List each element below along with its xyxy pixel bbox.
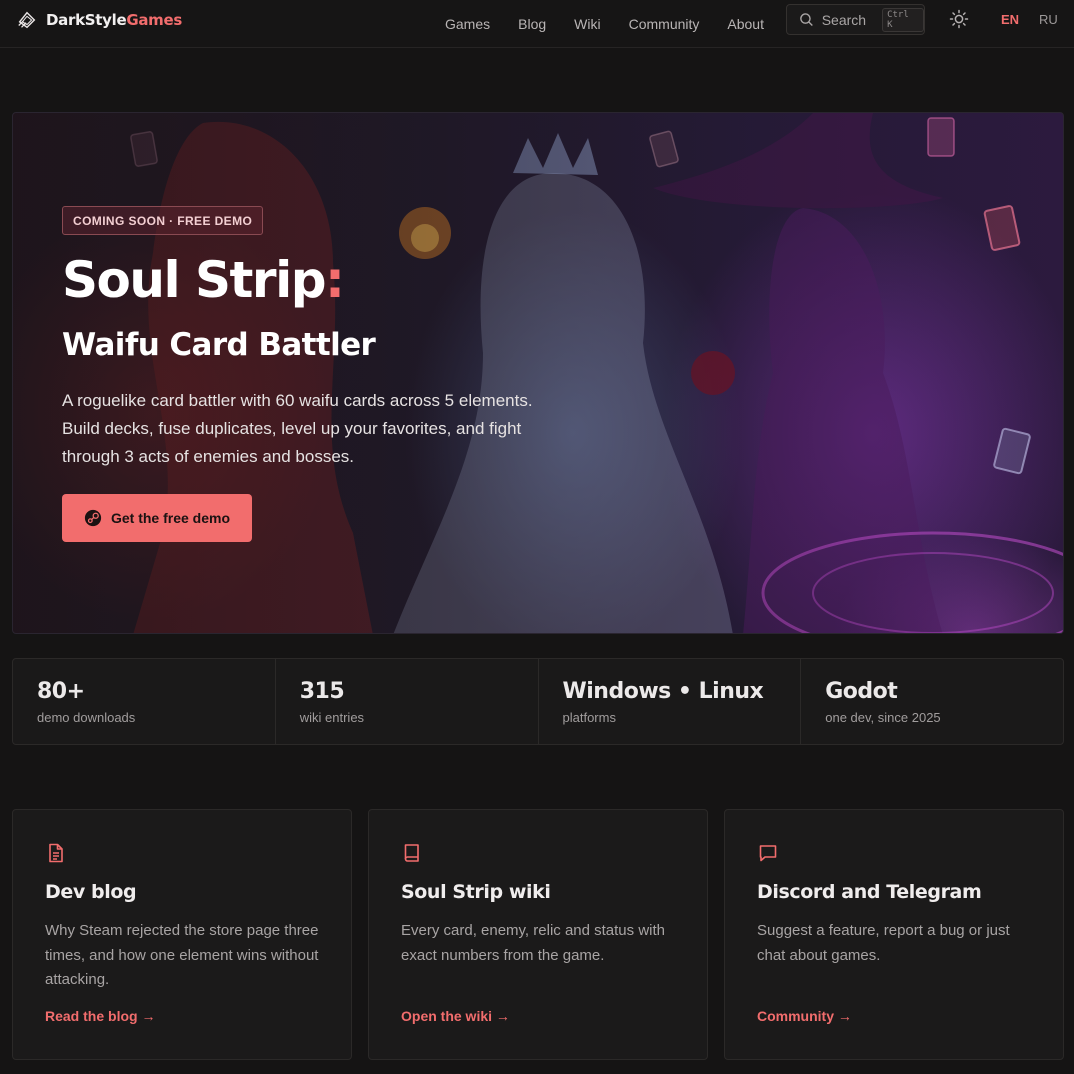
hero-banner: COMING SOON · FREE DEMO Soul Strip: Waif…	[12, 112, 1064, 634]
stat-label: wiki entries	[299, 710, 365, 725]
search-label: Search	[821, 11, 867, 28]
site-header: DarkStyleGames Games Blog Wiki Community…	[0, 0, 1074, 48]
stat-downloads: 80+ demo downloads	[13, 659, 276, 744]
book-icon	[404, 844, 419, 862]
card-title: Discord and Telegram	[757, 881, 982, 903]
stat-value: 80+	[37, 679, 85, 704]
nav-wiki[interactable]: Wiki	[560, 16, 614, 32]
search-button[interactable]: Search Ctrl K	[786, 4, 925, 35]
card-dev-blog[interactable]: Dev blog Why Steam rejected the store pa…	[12, 809, 352, 1060]
stat-label: platforms	[562, 710, 616, 725]
stat-label: demo downloads	[37, 710, 136, 725]
card-title: Soul Strip wiki	[401, 881, 551, 903]
site-logo[interactable]: DarkStyleGames	[16, 9, 182, 31]
get-demo-button[interactable]: Get the free demo	[62, 494, 252, 542]
stat-value: Windows • Linux	[562, 679, 764, 704]
main-nav: Games Blog Wiki Community About	[431, 0, 778, 48]
card-wiki[interactable]: Soul Strip wiki Every card, enemy, relic…	[368, 809, 708, 1060]
lang-en-button[interactable]: EN	[1001, 12, 1019, 27]
get-demo-label: Get the free demo	[110, 510, 231, 526]
stats-bar: 80+ demo downloads 315 wiki entries Wind…	[12, 658, 1064, 745]
card-description: Why Steam rejected the store page three …	[45, 922, 319, 988]
logo-icon	[18, 11, 36, 29]
card-title: Dev blog	[45, 881, 137, 903]
stat-label: one dev, since 2025	[825, 710, 941, 725]
stat-value: Godot	[825, 679, 898, 704]
document-icon	[49, 843, 63, 863]
hero-title: Soul Strip:	[62, 251, 345, 309]
theme-toggle-button[interactable]	[948, 8, 970, 30]
nav-blog[interactable]: Blog	[504, 16, 560, 32]
stat-wiki-entries: 315 wiki entries	[276, 659, 539, 744]
nav-about[interactable]: About	[713, 16, 778, 32]
sun-icon	[949, 9, 969, 29]
card-description: Every card, enemy, relic and status with…	[401, 922, 665, 964]
community-link[interactable]: Community →	[757, 1008, 852, 1024]
card-community[interactable]: Discord and Telegram Suggest a feature, …	[724, 809, 1064, 1060]
stat-platforms: Windows • Linux platforms	[539, 659, 802, 744]
search-icon	[800, 13, 813, 26]
stat-engine: Godot one dev, since 2025	[801, 659, 1063, 744]
nav-games[interactable]: Games	[431, 16, 504, 32]
hero-overlay	[13, 113, 1063, 633]
read-blog-link[interactable]: Read the blog →	[45, 1008, 155, 1024]
open-wiki-link[interactable]: Open the wiki →	[401, 1008, 510, 1024]
search-shortcut: Ctrl K	[882, 7, 924, 32]
hero-subtitle: Waifu Card Battler	[62, 327, 376, 363]
nav-community[interactable]: Community	[615, 16, 714, 32]
lang-ru-button[interactable]: RU	[1039, 12, 1058, 27]
steam-icon	[84, 509, 102, 527]
hero-description: A roguelike card battler with 60 waifu c…	[62, 391, 533, 466]
chat-icon	[759, 845, 777, 862]
card-description: Suggest a feature, report a bug or just …	[757, 922, 1010, 964]
status-badge: COMING SOON · FREE DEMO	[62, 206, 264, 235]
stat-value: 315	[299, 679, 345, 704]
logo-text: DarkStyleGames	[46, 11, 182, 29]
